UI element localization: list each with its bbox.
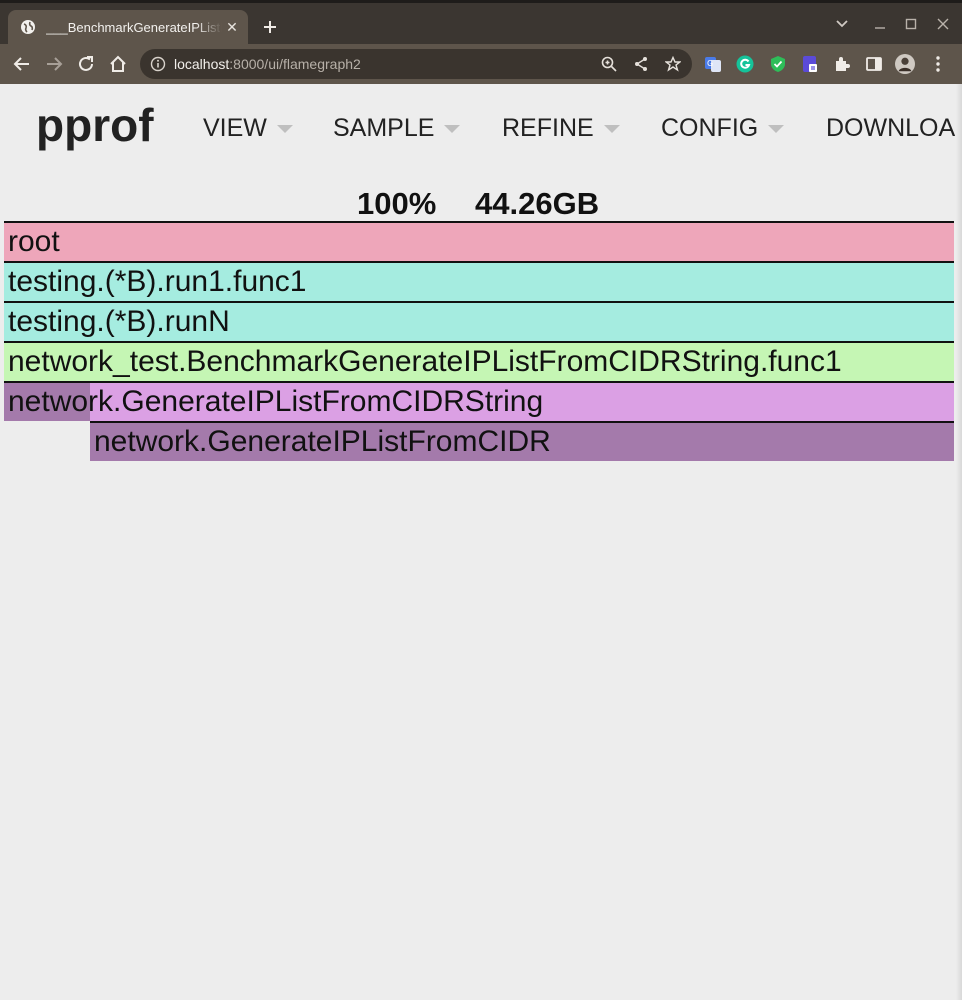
frame-label: network.GenerateIPListFromCIDR — [94, 425, 551, 458]
caret-down-icon — [603, 124, 620, 133]
window-top-border — [0, 0, 962, 3]
browser-menu-button[interactable] — [928, 54, 948, 74]
summary-total: 44.26GB — [475, 186, 600, 221]
svg-text:G: G — [707, 59, 713, 68]
maximize-icon — [905, 18, 917, 30]
browser-tab-strip: ___BenchmarkGenerateIPListFromCIDRString… — [0, 0, 962, 44]
tab-search-button[interactable] — [832, 14, 852, 34]
new-tab-button[interactable] — [258, 15, 282, 39]
flame-frame-run1-func1[interactable]: testing.(*B).run1.func1 — [4, 261, 954, 301]
side-panel-icon[interactable] — [864, 54, 884, 74]
zoom-icon[interactable] — [600, 55, 618, 73]
pprof-logo[interactable]: pprof — [36, 98, 154, 152]
grammarly-extension-icon[interactable] — [735, 54, 755, 74]
tab-close-icon[interactable]: ✕ — [224, 19, 240, 35]
menu-sample[interactable]: SAMPLE — [333, 114, 461, 143]
url-path: :8000/ui/flamegraph2 — [229, 56, 361, 72]
back-button[interactable] — [10, 52, 34, 76]
shield-check-extension-icon[interactable] — [768, 54, 788, 74]
profile-avatar[interactable] — [895, 54, 915, 74]
url-text[interactable]: localhost:8000/ui/flamegraph2 — [174, 56, 361, 72]
address-bar[interactable]: localhost:8000/ui/flamegraph2 — [140, 49, 692, 79]
maximize-button[interactable] — [901, 14, 921, 34]
flame-frame-generate-ip-list-from-cidr-string[interactable]: network.GenerateIPListFromCIDRString — [4, 381, 954, 421]
frame-label: network.GenerateIPListFromCIDRString — [8, 385, 544, 418]
arrow-right-icon — [47, 57, 63, 71]
menu-view[interactable]: VIEW — [203, 114, 293, 143]
browser-toolbar: localhost:8000/ui/flamegraph2 G — [0, 44, 962, 84]
caret-down-icon — [276, 124, 293, 133]
reload-button[interactable] — [74, 52, 98, 76]
puzzle-extensions-icon[interactable] — [832, 54, 852, 74]
minimize-icon — [875, 27, 885, 29]
menu-refine[interactable]: REFINE — [502, 114, 620, 143]
home-button[interactable] — [106, 52, 130, 76]
chevron-down-icon — [836, 20, 848, 28]
menu-sample-label: SAMPLE — [333, 114, 435, 142]
frame-label: testing.(*B).runN — [8, 305, 230, 338]
home-icon — [110, 55, 126, 72]
flame-frame-root[interactable]: root — [4, 221, 954, 261]
frame-label: testing.(*B).run1.func1 — [8, 265, 307, 298]
tab-title: ___BenchmarkGenerateIPListFromCIDRString — [46, 19, 222, 35]
url-host: localhost — [174, 56, 230, 72]
caret-down-icon — [768, 124, 785, 133]
menu-download[interactable]: DOWNLOAD — [826, 114, 962, 143]
pprof-page: pprof VIEW SAMPLE REFINE CONFIG DOWNLOAD… — [0, 84, 962, 1000]
google-translate-extension-icon[interactable]: G — [703, 54, 723, 74]
menu-config-label: CONFIG — [661, 114, 759, 142]
menu-download-label: DOWNLOAD — [826, 114, 962, 142]
plus-icon — [264, 21, 276, 33]
more-vertical-icon — [936, 56, 940, 72]
frame-label: root — [8, 225, 60, 258]
close-icon — [937, 18, 949, 30]
scroll-edge — [956, 84, 962, 1000]
share-icon[interactable] — [632, 55, 650, 73]
window-close-button[interactable] — [933, 14, 953, 34]
menu-view-label: VIEW — [203, 114, 267, 142]
reader-extension-icon[interactable] — [800, 54, 820, 74]
reload-icon — [79, 56, 93, 71]
frame-label: network_test.BenchmarkGenerateIPListFrom… — [8, 345, 842, 378]
bookmark-star-icon[interactable] — [664, 55, 682, 73]
flame-frame-benchmark-func1[interactable]: network_test.BenchmarkGenerateIPListFrom… — [4, 341, 954, 381]
flame-frame-generate-ip-list-from-cidr[interactable]: network.GenerateIPListFromCIDR — [90, 421, 954, 461]
caret-down-icon — [444, 124, 461, 133]
site-info-icon[interactable] — [150, 56, 166, 72]
minimize-button[interactable] — [870, 14, 890, 34]
globe-icon — [20, 19, 36, 35]
menu-config[interactable]: CONFIG — [661, 114, 785, 143]
browser-tab-active[interactable]: ___BenchmarkGenerateIPListFromCIDRString… — [8, 10, 248, 44]
flame-frame-runN[interactable]: testing.(*B).runN — [4, 301, 954, 341]
arrow-left-icon — [13, 57, 29, 71]
summary-percent: 100% — [357, 186, 437, 221]
menu-refine-label: REFINE — [502, 114, 594, 142]
avatar-icon — [895, 54, 915, 74]
forward-button[interactable] — [42, 52, 66, 76]
